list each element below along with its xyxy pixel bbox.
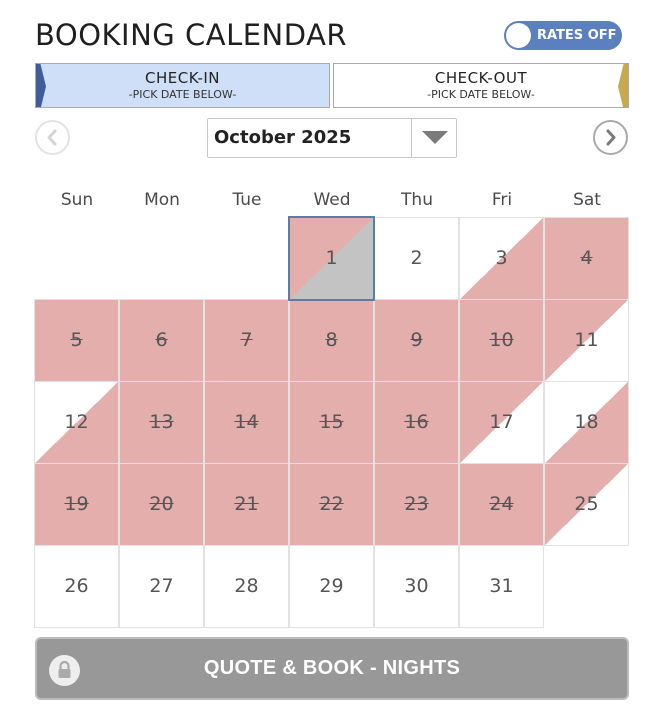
calendar-day-number: 17 bbox=[489, 411, 514, 433]
calendar-day-31[interactable]: 31 bbox=[459, 545, 544, 628]
calendar-day-3[interactable]: 3 bbox=[459, 217, 544, 300]
calendar-day-number: 19 bbox=[64, 493, 89, 515]
tab-check-in[interactable]: CHECK-IN -PICK DATE BELOW- bbox=[35, 63, 330, 108]
calendar-day-number: 4 bbox=[580, 247, 593, 269]
calendar-day-number: 12 bbox=[64, 411, 89, 433]
weekday-thu: Thu bbox=[401, 190, 433, 210]
quote-book-label: QUOTE & BOOK - NIGHTS bbox=[203, 657, 461, 679]
calendar-day-21[interactable]: 21 bbox=[204, 463, 289, 546]
calendar-day-15[interactable]: 15 bbox=[289, 381, 374, 464]
calendar-day-30[interactable]: 30 bbox=[374, 545, 459, 628]
weekday-sat: Sat bbox=[573, 190, 601, 210]
calendar-day-2[interactable]: 2 bbox=[374, 217, 459, 300]
calendar-day-22[interactable]: 22 bbox=[289, 463, 374, 546]
calendar-day-6[interactable]: 6 bbox=[119, 299, 204, 382]
tab-check-in-label: CHECK-IN bbox=[144, 69, 221, 87]
calendar-day-4[interactable]: 4 bbox=[544, 217, 629, 300]
calendar-day-number: 14 bbox=[234, 411, 259, 433]
calendar-day-12[interactable]: 12 bbox=[34, 381, 119, 464]
calendar-day-18[interactable]: 18 bbox=[544, 381, 629, 464]
calendar-day-25[interactable]: 25 bbox=[544, 463, 629, 546]
calendar-day-16[interactable]: 16 bbox=[374, 381, 459, 464]
calendar-day-number: 2 bbox=[410, 247, 423, 269]
calendar-day-5[interactable]: 5 bbox=[34, 299, 119, 382]
calendar-day-19[interactable]: 19 bbox=[34, 463, 119, 546]
calendar-day-number: 22 bbox=[319, 493, 344, 515]
calendar-day-number: 25 bbox=[574, 493, 599, 515]
calendar-day-number: 13 bbox=[149, 411, 174, 433]
calendar-day-number: 16 bbox=[404, 411, 429, 433]
rates-toggle[interactable]: RATES OFF bbox=[504, 21, 622, 50]
calendar-day-13[interactable]: 13 bbox=[119, 381, 204, 464]
calendar-day-24[interactable]: 24 bbox=[459, 463, 544, 546]
calendar-day-number: 10 bbox=[489, 329, 514, 351]
calendar-day-number: 30 bbox=[404, 575, 429, 597]
weekday-fri: Fri bbox=[491, 190, 513, 210]
calendar-day-number: 9 bbox=[410, 329, 423, 351]
weekday-tue: Tue bbox=[232, 190, 262, 210]
calendar-day-10[interactable]: 10 bbox=[459, 299, 544, 382]
calendar-day-29[interactable]: 29 bbox=[289, 545, 374, 628]
weekday-sun: Sun bbox=[60, 190, 94, 210]
calendar-day-14[interactable]: 14 bbox=[204, 381, 289, 464]
calendar-day-11[interactable]: 11 bbox=[544, 299, 629, 382]
tab-check-out-hint: -PICK DATE BELOW- bbox=[427, 88, 535, 101]
tab-check-in-hint: -PICK DATE BELOW- bbox=[128, 88, 237, 101]
calendar-day-23[interactable]: 23 bbox=[374, 463, 459, 546]
calendar-day-8[interactable]: 8 bbox=[289, 299, 374, 382]
calendar-day-number: 27 bbox=[149, 575, 174, 597]
prev-month-button[interactable] bbox=[35, 120, 70, 155]
weekday-wed: Wed bbox=[313, 190, 351, 210]
calendar-day-27[interactable]: 27 bbox=[119, 545, 204, 628]
calendar-day-26[interactable]: 26 bbox=[34, 545, 119, 628]
calendar-day-20[interactable]: 20 bbox=[119, 463, 204, 546]
tab-check-out[interactable]: CHECK-OUT -PICK DATE BELOW- bbox=[333, 63, 629, 108]
toggle-knob bbox=[506, 23, 531, 48]
quote-book-button[interactable]: QUOTE & BOOK - NIGHTS bbox=[35, 637, 629, 700]
calendar-day-7[interactable]: 7 bbox=[204, 299, 289, 382]
calendar-day-9[interactable]: 9 bbox=[374, 299, 459, 382]
calendar-day-28[interactable]: 28 bbox=[204, 545, 289, 628]
calendar-day-number: 6 bbox=[155, 329, 168, 351]
tab-check-out-label: CHECK-OUT bbox=[434, 69, 528, 87]
weekday-mon: Mon bbox=[144, 190, 180, 210]
calendar-day-number: 3 bbox=[495, 247, 508, 269]
calendar-day-number: 23 bbox=[404, 493, 429, 515]
page-title: BOOKING CALENDAR bbox=[35, 18, 348, 52]
month-select[interactable]: October 2025 bbox=[207, 118, 457, 158]
caret-down-icon bbox=[422, 131, 448, 144]
calendar-grid: 1 2 3 4 5 6 7 8 9 10 11 12 13 14 15 16 17 18 19 20 21 22 23 24 2… bbox=[34, 216, 629, 628]
calendar-day-number: 15 bbox=[319, 411, 344, 433]
calendar-day-number: 8 bbox=[325, 329, 338, 351]
calendar-day-number: 18 bbox=[574, 411, 599, 433]
chevron-right-icon bbox=[606, 129, 616, 146]
chevron-left-icon bbox=[47, 129, 57, 146]
calendar-day-number: 24 bbox=[489, 493, 514, 515]
calendar-day-number: 11 bbox=[574, 329, 599, 351]
calendar-day-number: 31 bbox=[489, 575, 514, 597]
month-select-value: October 2025 bbox=[214, 127, 352, 148]
rates-toggle-label: RATES OFF bbox=[537, 28, 617, 43]
next-month-button[interactable] bbox=[593, 120, 628, 155]
calendar-day-number: 5 bbox=[70, 329, 83, 351]
calendar-day-number: 28 bbox=[234, 575, 259, 597]
calendar-day-17[interactable]: 17 bbox=[459, 381, 544, 464]
calendar-day-number: 26 bbox=[64, 575, 89, 597]
month-dropdown-toggle[interactable] bbox=[411, 119, 456, 157]
calendar-day-number: 29 bbox=[319, 575, 344, 597]
calendar-day-1[interactable]: 1 bbox=[288, 216, 375, 301]
calendar-day-number: 20 bbox=[149, 493, 174, 515]
calendar-day-number: 7 bbox=[240, 329, 253, 351]
calendar-day-number: 21 bbox=[234, 493, 259, 515]
calendar-day-number: 1 bbox=[325, 247, 338, 269]
